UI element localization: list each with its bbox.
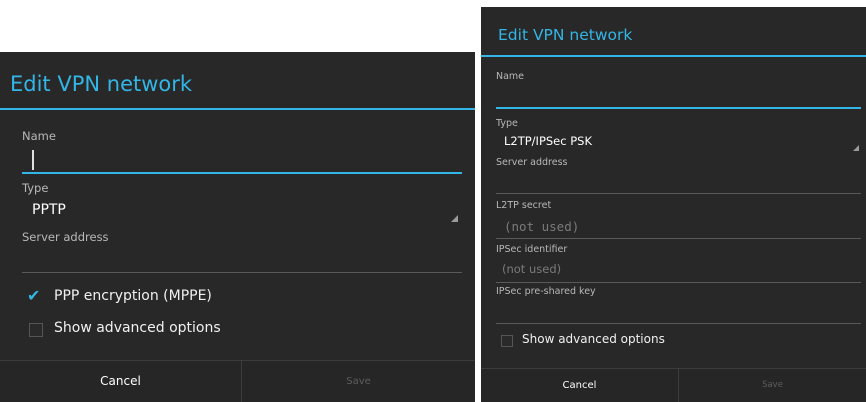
show-advanced-checkbox[interactable]: Show advanced options (22, 318, 322, 342)
server-address-label: Server address (496, 157, 568, 168)
save-button[interactable]: Save (679, 369, 866, 402)
server-address-input[interactable] (496, 172, 861, 194)
spinner-arrow-icon (853, 145, 859, 151)
checkbox-box-icon (29, 323, 43, 337)
button-bar: Cancel Save (481, 368, 866, 402)
ipsec-identifier-value: (not used) (502, 262, 562, 276)
psk-underline (496, 323, 861, 324)
vpn-dialog-pptp: Edit VPN network Name Type PPTP Server a… (0, 52, 475, 402)
l2tp-secret-value: (not used) (504, 219, 580, 234)
vpn-dialog-l2tp: Edit VPN network Name Type L2TP/IPSec PS… (481, 7, 866, 402)
type-spinner[interactable]: PPTP (22, 198, 462, 226)
name-input[interactable] (22, 148, 462, 178)
server-address-input[interactable] (22, 248, 462, 274)
spinner-arrow-icon (451, 215, 458, 222)
show-advanced-label: Show advanced options (54, 320, 221, 336)
psk-label: IPSec pre-shared key (496, 286, 596, 297)
l2tp-secret-input: (not used) (496, 215, 861, 239)
ppp-encryption-checkbox[interactable]: ✔ PPP encryption (MPPE) (22, 286, 322, 310)
type-label: Type (496, 118, 518, 129)
dialog-title: Edit VPN network (481, 7, 866, 57)
type-label: Type (22, 181, 49, 195)
text-cursor (32, 150, 34, 170)
name-input[interactable] (496, 87, 861, 111)
checkbox-box-icon (501, 335, 513, 347)
ipsec-identifier-label: IPSec identifier (496, 244, 568, 255)
ipsec-identifier-underline (496, 282, 861, 283)
type-spinner-value: PPTP (32, 202, 66, 218)
show-advanced-checkbox[interactable]: Show advanced options (496, 330, 796, 352)
type-spinner[interactable]: L2TP/IPSec PSK (496, 131, 861, 155)
type-spinner-value: L2TP/IPSec PSK (504, 134, 593, 148)
name-label: Name (496, 71, 525, 82)
show-advanced-label: Show advanced options (522, 332, 665, 346)
l2tp-secret-underline (496, 238, 861, 239)
ipsec-identifier-input: (not used) (496, 259, 861, 283)
psk-input[interactable] (496, 301, 861, 325)
cancel-button[interactable]: Cancel (0, 361, 241, 402)
save-button[interactable]: Save (242, 361, 475, 402)
l2tp-secret-label: L2TP secret (496, 200, 552, 211)
checkmark-icon: ✔ (27, 286, 41, 305)
server-address-label: Server address (22, 230, 109, 244)
name-input-underline (22, 172, 462, 174)
dialog-title: Edit VPN network (0, 52, 475, 110)
name-label: Name (22, 129, 56, 143)
cancel-button[interactable]: Cancel (481, 369, 678, 402)
button-bar: Cancel Save (0, 360, 475, 402)
ppp-encryption-label: PPP encryption (MPPE) (54, 288, 212, 304)
server-address-underline (22, 272, 462, 273)
server-address-underline (496, 193, 861, 194)
name-input-underline (496, 107, 861, 109)
